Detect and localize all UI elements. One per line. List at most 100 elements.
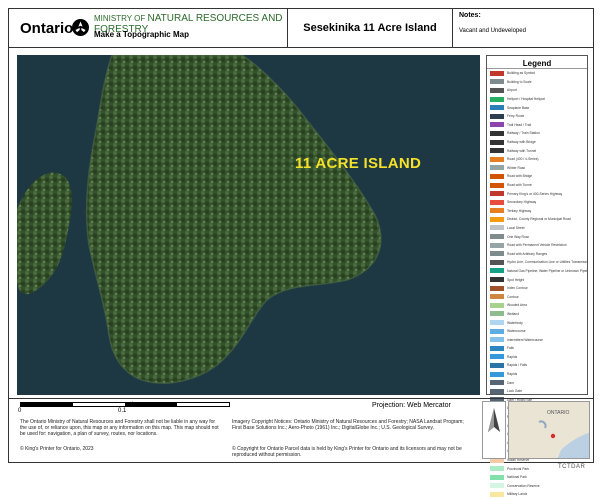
- legend-label: Airport: [507, 88, 517, 93]
- legend-label: Railway with Tunnel: [507, 148, 537, 153]
- locator-inset-map[interactable]: ONTARIO: [508, 401, 590, 459]
- legend-label: Conservation Reserve: [507, 483, 540, 488]
- legend-item: Railway / Train Station: [487, 129, 587, 138]
- legend-swatch: [490, 113, 504, 119]
- legend-item: Local Street: [487, 224, 587, 233]
- legend-item: One Way Road: [487, 232, 587, 241]
- legend-swatch: [490, 466, 504, 472]
- legend-swatch: [490, 354, 504, 360]
- legend-item: Seaplane Base: [487, 103, 587, 112]
- legend-swatch: [490, 199, 504, 205]
- legend-swatch: [490, 130, 504, 136]
- legend-label: Tertiary Highway: [507, 208, 532, 213]
- ministry-prefix: MINISTRY OF: [94, 14, 146, 23]
- legend-label: Rapids / Falls: [507, 363, 527, 368]
- legend-label: Railway with Bridge: [507, 140, 536, 145]
- legend-swatch: [490, 79, 504, 85]
- legend-item: Road with Tunnel: [487, 181, 587, 190]
- notes-label: Notes:: [459, 12, 481, 19]
- notes-text: Vacant and Undeveloped: [459, 28, 526, 34]
- legend-label: Primary King's or 400-Series Highway: [507, 191, 563, 196]
- legend-label: Spot Height: [507, 277, 525, 282]
- legend-item: Military Lands: [487, 490, 587, 499]
- legend-item: Road with Permanent Vehicle Restriction: [487, 241, 587, 250]
- legend-label: Local Street: [507, 225, 525, 230]
- north-arrow-icon: [482, 401, 506, 459]
- legend-item: Rapids: [487, 353, 587, 362]
- legend-swatch: [490, 371, 504, 377]
- scale-unit-label: km: [132, 402, 140, 408]
- legend-label: Watercourse: [507, 329, 526, 334]
- legend-item: District, County Regional or Municipal R…: [487, 215, 587, 224]
- map-title: Sesekinika 11 Acre Island: [288, 8, 453, 48]
- ontario-wordmark: Ontario: [20, 20, 74, 37]
- legend-label: Natural Gas Pipeline, Water Pipeline or …: [507, 268, 587, 273]
- legend-item: Road with Arbitrary Ranges: [487, 249, 587, 258]
- legend-item: Lock Gate: [487, 387, 587, 396]
- legend-swatch: [490, 234, 504, 240]
- legend-swatch: [490, 285, 504, 291]
- legend-label: Building as Symbol: [507, 71, 536, 76]
- legend-item: Falls: [487, 344, 587, 353]
- legend-label: Building to Scale: [507, 79, 532, 84]
- legend-label: Road with Bridge: [507, 174, 533, 179]
- legend-swatch: [490, 328, 504, 334]
- map-imagery: [17, 55, 480, 395]
- legend-swatch: [490, 302, 504, 308]
- legend-item: Hydro Line, Communication Line or Utilit…: [487, 258, 587, 267]
- legend-label: Intermittent Watercourse: [507, 337, 543, 342]
- legend-swatch: [490, 70, 504, 76]
- legend-item: Conservation Reserve: [487, 482, 587, 491]
- legend-item: Heliport / Hospital Heliport: [487, 95, 587, 104]
- legend-item: Trail Head / Trail: [487, 121, 587, 130]
- legend-swatch: [490, 474, 504, 480]
- legend-label: Road with Permanent Vehicle Restriction: [507, 243, 567, 248]
- legend-item: Rapids: [487, 370, 587, 379]
- map-header: Ontario MINISTRY OF NATURAL RESOURCES AN…: [8, 8, 594, 48]
- legend-swatch: [490, 380, 504, 386]
- legend-label: Rapids: [507, 372, 518, 377]
- legend-swatch: [490, 251, 504, 257]
- satellite-map[interactable]: 11 ACRE ISLAND: [17, 55, 480, 395]
- notes-block: Notes: Vacant and Undeveloped: [453, 8, 594, 48]
- legend-item: Intermittent Watercourse: [487, 335, 587, 344]
- legend-swatch: [490, 311, 504, 317]
- legend-label: Wooded Area: [507, 303, 527, 308]
- legend-swatch: [490, 345, 504, 351]
- legend-label: District, County Regional or Municipal R…: [507, 217, 571, 222]
- legend-swatch: [490, 165, 504, 171]
- scale-mid-label: 0.1: [118, 408, 127, 414]
- legend-label: Road with Arbitrary Ranges: [507, 251, 548, 256]
- legend-swatch: [490, 173, 504, 179]
- legend-swatch: [490, 294, 504, 300]
- copyright-text: © King's Printer for Ontario, 2023: [20, 446, 94, 452]
- legend-item: Road with Bridge: [487, 172, 587, 181]
- app-subtitle: Make a Topographic Map: [94, 30, 189, 39]
- watermark: TCTDAR: [558, 464, 586, 470]
- legend-label: Falls: [507, 346, 514, 351]
- legend-label: Waterbody: [507, 320, 523, 325]
- legend-swatch: [490, 320, 504, 326]
- legend-label: Military Lands: [507, 492, 528, 497]
- legend-label: Ferry Route: [507, 114, 525, 119]
- ministry-logo-block: Ontario MINISTRY OF NATURAL RESOURCES AN…: [8, 8, 288, 48]
- legend-item: Tertiary Highway: [487, 207, 587, 216]
- island-label: 11 ACRE ISLAND: [295, 155, 422, 172]
- disclaimer-text: The Ontario Ministry of Natural Resource…: [20, 419, 219, 437]
- trillium-icon: [72, 19, 89, 36]
- legend-swatch: [490, 96, 504, 102]
- legend-item: Rapids / Falls: [487, 361, 587, 370]
- legend-swatch: [490, 362, 504, 368]
- legend-swatch: [490, 216, 504, 222]
- legend-item: Secondary Highway: [487, 198, 587, 207]
- legend-item: Ferry Route: [487, 112, 587, 121]
- legend-item: Index Contour: [487, 284, 587, 293]
- legend-label: Winter Road: [507, 165, 526, 170]
- legend-item: Airport: [487, 86, 587, 95]
- legend-swatch: [490, 268, 504, 274]
- legend-label: National Park: [507, 475, 527, 480]
- legend-swatch: [490, 105, 504, 111]
- legend-swatch: [490, 191, 504, 197]
- legend-label: Dam: [507, 380, 514, 385]
- legend-label: Provincial Park: [507, 466, 529, 471]
